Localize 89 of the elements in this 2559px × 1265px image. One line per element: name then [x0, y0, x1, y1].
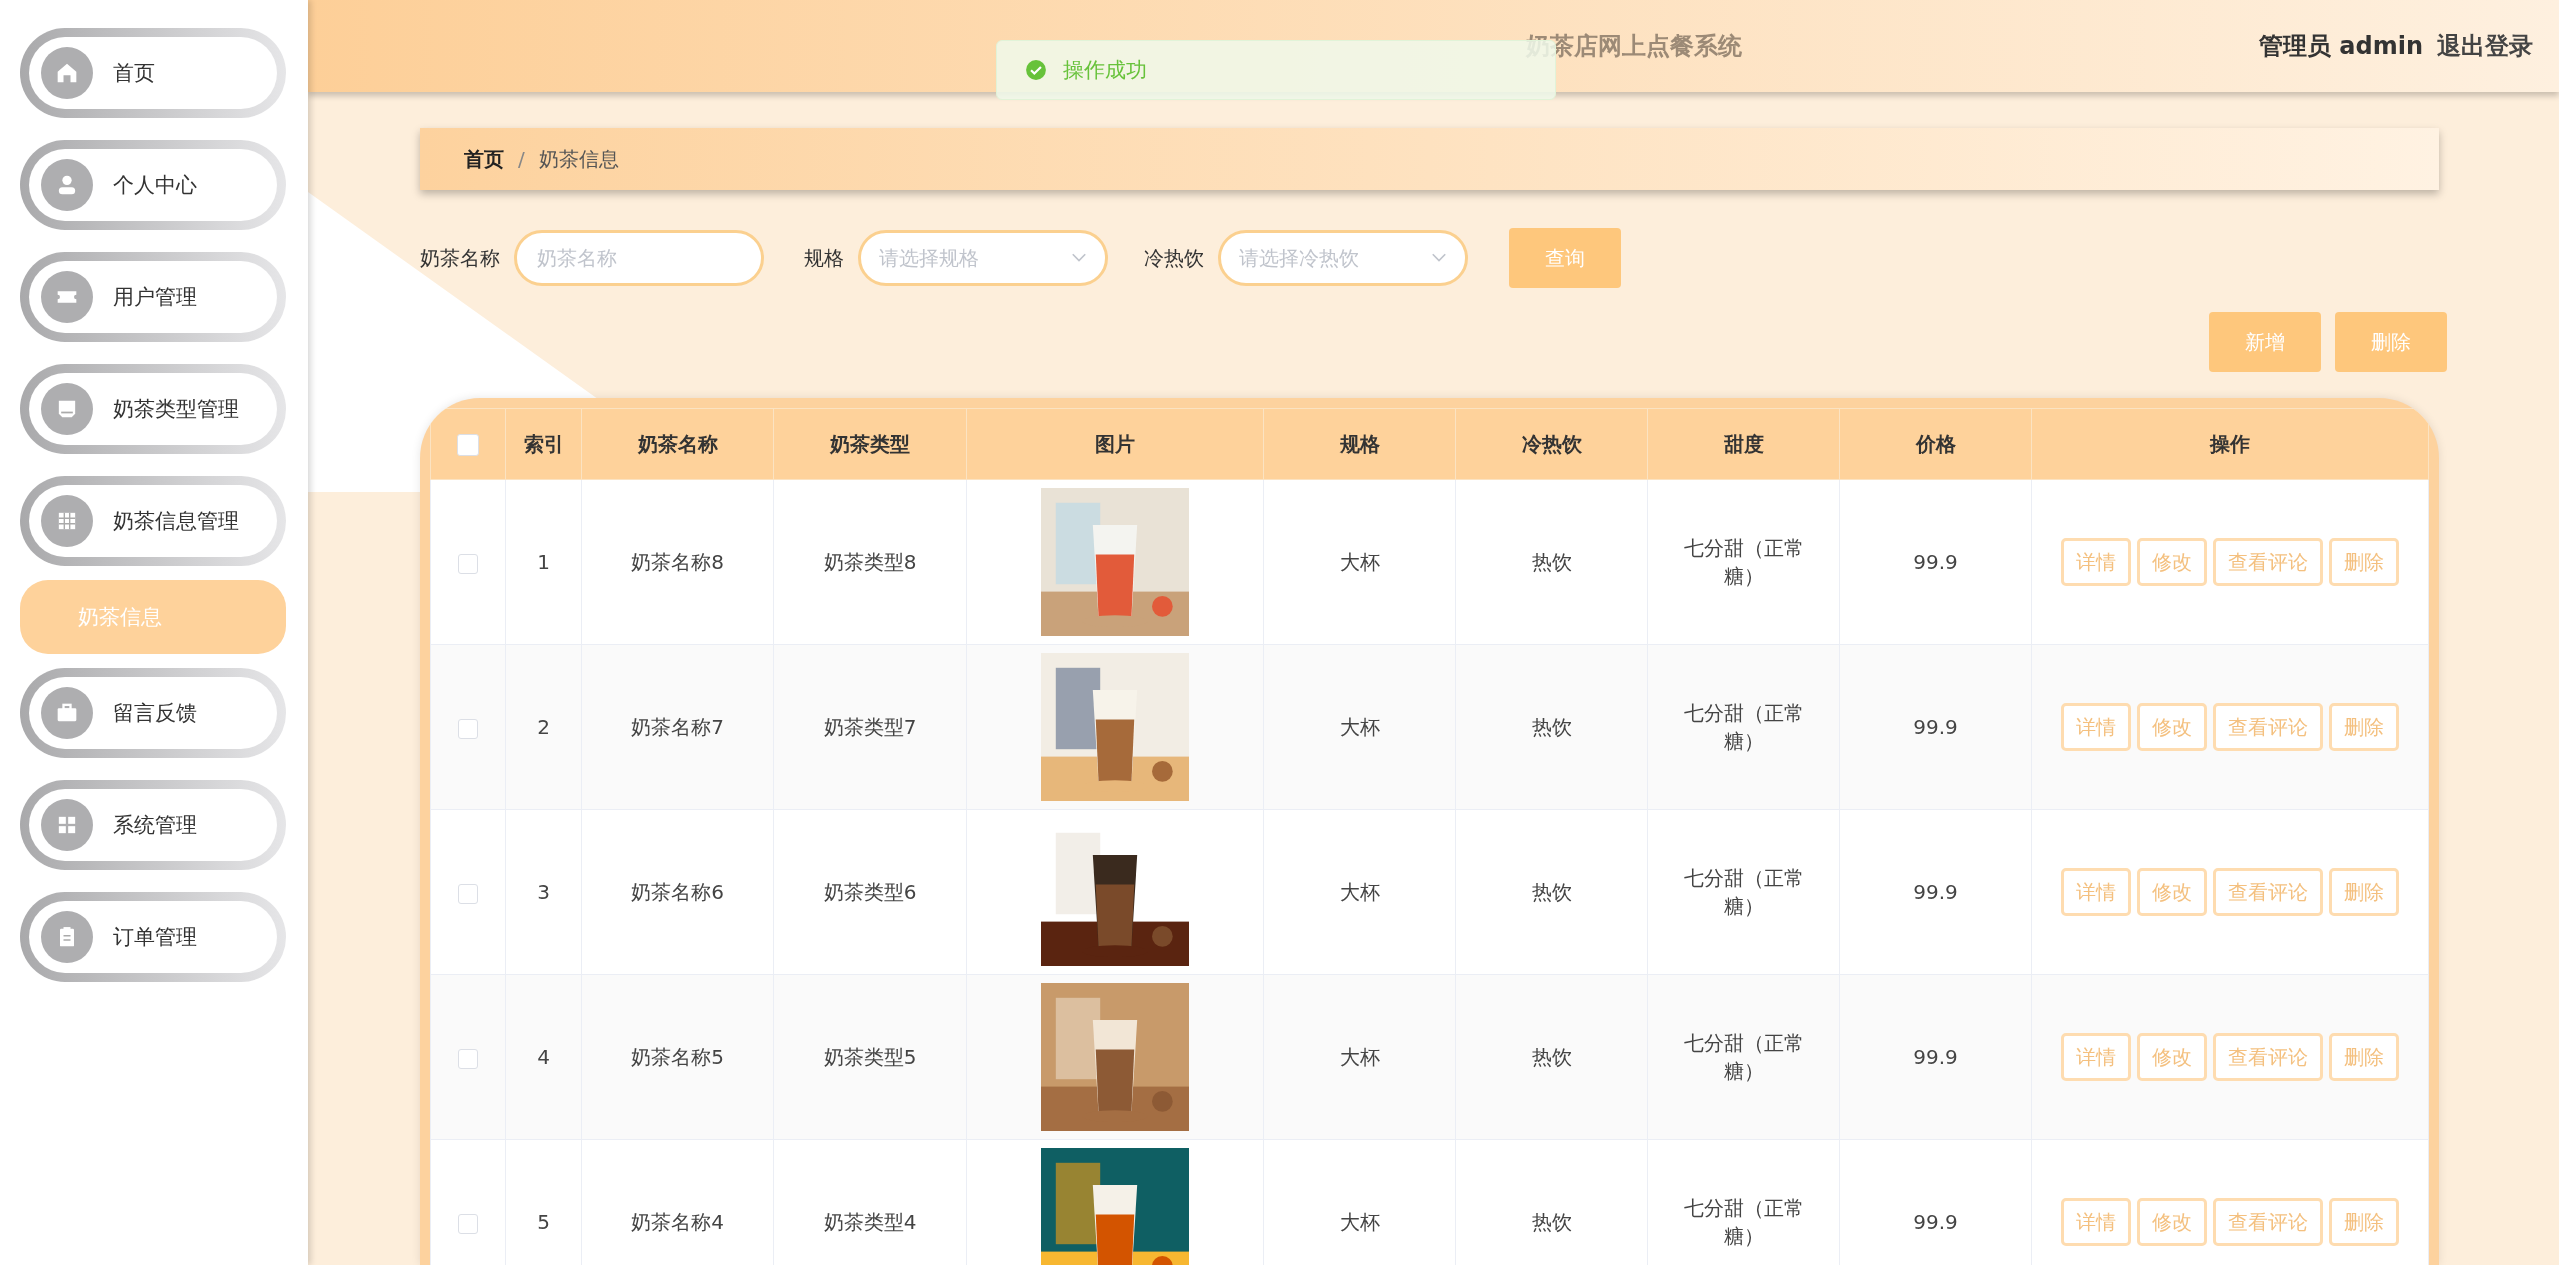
table-cell-text: 1: [537, 549, 550, 576]
filter-label: 规格: [804, 244, 844, 272]
search-button[interactable]: 查询: [1509, 228, 1621, 288]
edit-button[interactable]: 修改: [2137, 1198, 2207, 1246]
row-checkbox[interactable]: [458, 1213, 478, 1234]
admin-label: 管理员 admin: [2258, 31, 2423, 62]
delete-button[interactable]: 删除: [2335, 312, 2447, 372]
edit-button[interactable]: 修改: [2137, 1033, 2207, 1081]
details-button[interactable]: 详情: [2061, 868, 2131, 916]
logout-link[interactable]: 退出登录: [2437, 30, 2533, 62]
breadcrumb-item[interactable]: 首页: [464, 145, 504, 173]
edit-button[interactable]: 修改: [2137, 703, 2207, 751]
select-all-checkbox[interactable]: [457, 434, 479, 457]
table-cell-text: 4: [537, 1044, 550, 1071]
table-cell-text: 99.9: [1913, 549, 1958, 576]
toast-message: 操作成功: [1063, 57, 1147, 84]
details-button[interactable]: 详情: [2061, 1033, 2131, 1081]
column-header: 操作: [2210, 431, 2250, 456]
table-cell-text: 奶茶类型4: [823, 1209, 917, 1236]
delete-button[interactable]: 删除: [2329, 868, 2399, 916]
row-checkbox[interactable]: [458, 883, 478, 904]
chevron-down-icon: [1071, 253, 1087, 263]
chevron-down-icon: [1431, 253, 1447, 263]
column-header: 冷热饮: [1521, 431, 1582, 456]
table-cell-text: 热饮: [1531, 1209, 1572, 1236]
breadcrumb-item: 奶茶信息: [538, 145, 619, 173]
table-cell-text: 大杯: [1339, 1209, 1380, 1236]
table-cell-text: 99.9: [1913, 879, 1958, 906]
comments-button[interactable]: 查看评论: [2213, 538, 2323, 586]
row-checkbox[interactable]: [458, 553, 478, 574]
delete-button[interactable]: 删除: [2329, 1033, 2399, 1081]
table-cell-text: 七分甜（正常糖）: [1682, 1195, 1805, 1250]
edit-button[interactable]: 修改: [2137, 868, 2207, 916]
submenu-item[interactable]: 奶茶信息: [20, 580, 286, 654]
filter-label: 冷热饮: [1144, 244, 1204, 272]
table-cell-text: 奶茶类型8: [823, 549, 917, 576]
comments-button[interactable]: 查看评论: [2213, 703, 2323, 751]
delete-button[interactable]: 删除: [2329, 703, 2399, 751]
table-cell-text: 99.9: [1913, 1209, 1958, 1236]
table-cell-text: 3: [537, 879, 550, 906]
table-cell-text: 奶茶类型6: [823, 879, 917, 906]
table-cell-text: 大杯: [1339, 549, 1380, 576]
column-header: 价格: [1915, 431, 1956, 456]
search-field[interactable]: 奶茶名称: [514, 230, 764, 286]
column-header: 甜度: [1723, 431, 1764, 456]
table-cell-text: 2: [537, 714, 550, 741]
add-button[interactable]: 新增: [2209, 312, 2321, 372]
comments-button[interactable]: 查看评论: [2213, 1198, 2323, 1246]
column-header: 奶茶类型: [830, 431, 910, 456]
table-cell-text: 热饮: [1531, 714, 1572, 741]
table-cell-text: 奶茶名称4: [631, 1209, 724, 1236]
details-button[interactable]: 详情: [2061, 538, 2131, 586]
table-cell-text: 99.9: [1913, 714, 1958, 741]
edit-button[interactable]: 修改: [2137, 538, 2207, 586]
column-header: 奶茶名称: [637, 431, 718, 456]
column-header: 图片: [1095, 431, 1135, 456]
table-cell-text: 奶茶类型7: [823, 714, 917, 741]
filter-label: 奶茶名称: [420, 244, 500, 272]
check-circle-icon: [1025, 59, 1047, 81]
table-cell-text: 大杯: [1339, 1044, 1380, 1071]
table-cell-text: 热饮: [1531, 879, 1572, 906]
details-button[interactable]: 详情: [2061, 703, 2131, 751]
table-cell-text: 热饮: [1531, 549, 1572, 576]
breadcrumb-separator: /: [518, 147, 525, 171]
delete-button[interactable]: 删除: [2329, 538, 2399, 586]
table-cell-text: 奶茶名称5: [631, 1044, 724, 1071]
select-field[interactable]: 请选择规格: [858, 230, 1108, 286]
table-cell-text: 奶茶类型5: [823, 1044, 917, 1071]
table-cell-text: 七分甜（正常糖）: [1682, 1030, 1805, 1085]
row-checkbox[interactable]: [458, 718, 478, 739]
column-header: 规格: [1339, 431, 1380, 456]
table-cell-text: 七分甜（正常糖）: [1682, 535, 1805, 590]
table-cell-text: 七分甜（正常糖）: [1682, 700, 1805, 755]
table-cell-text: 奶茶名称6: [631, 879, 724, 906]
table-cell-text: 5: [537, 1209, 550, 1236]
select-field[interactable]: 请选择冷热饮: [1218, 230, 1468, 286]
table-cell-text: 奶茶名称7: [631, 714, 724, 741]
delete-button[interactable]: 删除: [2329, 1198, 2399, 1246]
row-checkbox[interactable]: [458, 1048, 478, 1069]
table-cell-text: 热饮: [1531, 1044, 1572, 1071]
comments-button[interactable]: 查看评论: [2213, 868, 2323, 916]
details-button[interactable]: 详情: [2061, 1198, 2131, 1246]
table-cell-text: 99.9: [1913, 1044, 1958, 1071]
table-cell-text: 奶茶名称8: [631, 549, 724, 576]
column-header: 索引: [523, 431, 564, 456]
table-cell-text: 七分甜（正常糖）: [1682, 865, 1805, 920]
comments-button[interactable]: 查看评论: [2213, 1033, 2323, 1081]
table-cell-text: 大杯: [1339, 879, 1380, 906]
table-cell-text: 大杯: [1339, 714, 1380, 741]
